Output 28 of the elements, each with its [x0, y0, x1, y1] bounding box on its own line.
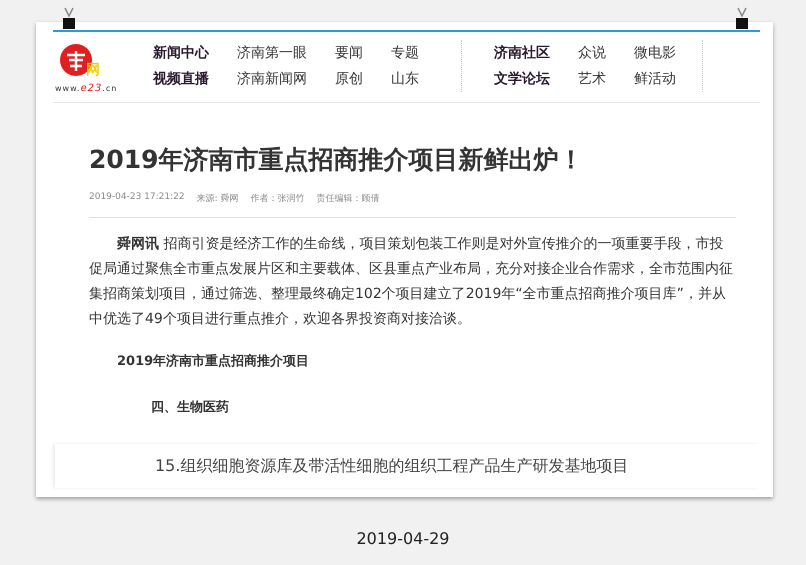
article-meta: 2019-04-23 17:21:22	[89, 192, 185, 204]
article-meta: 责任编辑：顾倩	[316, 192, 380, 205]
nav-link[interactable]: 鲜活动	[634, 70, 684, 88]
logo-url: www.e23.cn	[55, 83, 118, 94]
nav-link[interactable]: 微电影	[634, 44, 684, 62]
nav-link[interactable]: 专题	[391, 44, 431, 62]
binder-clip-icon	[735, 6, 749, 30]
article-paragraph: 舜网讯 招商引资是经济工作的生命线，项目策划包装工作则是对外宣传推介的一项重要手段，市投促局通过聚焦全市重点发展片区和主要载体、区县重点产业布局，充分对接企业合作需求，全市范围内征集招商策划项目，通过筛选、整理最终确定102个项目建立了2019年“全市重点招商推介项目库”，并从中优选了49个项目进行重点推介，欢迎各界投资商对接洽谈。	[89, 235, 734, 329]
project-title: 15.组织细胞资源库及带活性细胞的组织工程产品生产研发基地项目	[155, 456, 628, 476]
nav-heading-link[interactable]: 济南社区	[494, 44, 578, 62]
nav-link[interactable]: 原创	[335, 70, 391, 88]
nav-heading-link[interactable]: 文学论坛	[494, 70, 578, 88]
nav-link[interactable]: 众说	[578, 44, 634, 62]
article-meta: 来源: 舜网	[196, 192, 238, 205]
section-heading: 四、生物医药	[151, 399, 230, 416]
nav-heading-link[interactable]: 新闻中心	[153, 44, 237, 62]
article-meta: 作者：张润竹	[250, 192, 304, 205]
date-caption: 2019-04-29	[356, 529, 450, 548]
nav-link[interactable]: 济南新闻网	[237, 70, 335, 88]
article-subheading: 2019年济南市重点招商推介项目	[117, 352, 310, 370]
nav-heading-link[interactable]: 视频直播	[153, 70, 237, 88]
binder-clip-icon	[62, 6, 76, 30]
nav-link[interactable]: 济南第一眼	[237, 44, 335, 62]
logo-mark: 网	[86, 61, 100, 79]
nav-link[interactable]: 山东	[391, 70, 431, 88]
article-title: 2019年济南市重点招商推介项目新鲜出炉！	[89, 144, 585, 176]
nav-link[interactable]: 艺术	[578, 70, 634, 88]
nav-link[interactable]: 要闻	[335, 44, 391, 62]
